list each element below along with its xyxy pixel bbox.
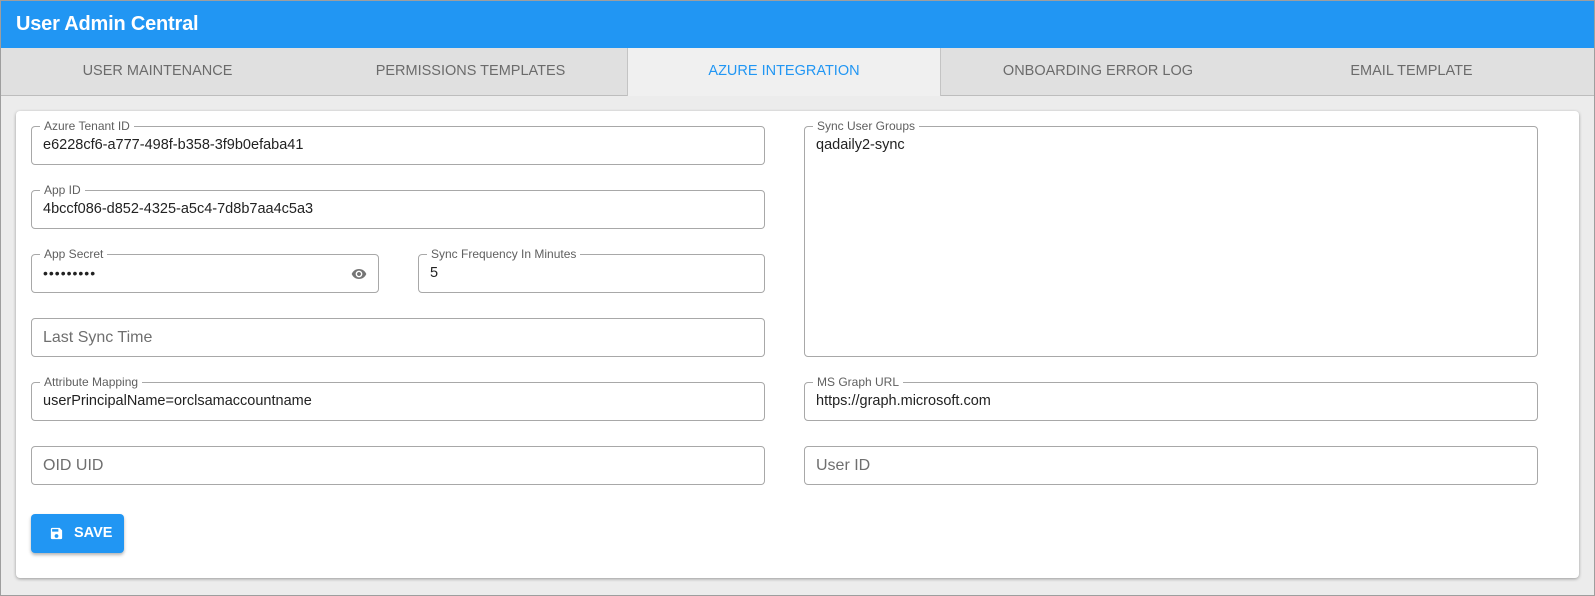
floppy-disk-icon xyxy=(49,526,64,541)
last-sync-time-field[interactable]: Last Sync Time xyxy=(31,318,765,357)
tenant-id-value: e6228cf6-a777-498f-b358-3f9b0efaba41 xyxy=(43,137,304,153)
tenant-id-field[interactable]: Azure Tenant ID e6228cf6-a777-498f-b358-… xyxy=(31,119,765,165)
ms-graph-url-value: https://graph.microsoft.com xyxy=(816,393,991,409)
app-window: User Admin Central USER MAINTENANCE PERM… xyxy=(0,0,1595,596)
attribute-mapping-field[interactable]: Attribute Mapping userPrincipalName=orcl… xyxy=(31,375,765,421)
attribute-mapping-value: userPrincipalName=orclsamaccountname xyxy=(43,393,312,409)
azure-settings-card: Azure Tenant ID e6228cf6-a777-498f-b358-… xyxy=(16,111,1579,578)
tab-email-template[interactable]: EMAIL TEMPLATE xyxy=(1255,48,1568,96)
sync-user-groups-field[interactable]: Sync User Groups qadaily2-sync xyxy=(804,119,1538,357)
ms-graph-url-label: MS Graph URL xyxy=(813,375,904,389)
oid-uid-field[interactable]: OID UID xyxy=(31,446,765,485)
ms-graph-url-field[interactable]: MS Graph URL https://graph.microsoft.com xyxy=(804,375,1538,421)
tab-permissions-templates[interactable]: PERMISSIONS TEMPLATES xyxy=(314,48,627,96)
sync-frequency-label: Sync Frequency In Minutes xyxy=(427,247,581,261)
save-button[interactable]: SAVE xyxy=(31,514,124,553)
tenant-id-label: Azure Tenant ID xyxy=(40,119,134,133)
tab-onboarding-error-log[interactable]: ONBOARDING ERROR LOG xyxy=(941,48,1255,96)
sync-frequency-field[interactable]: Sync Frequency In Minutes 5 xyxy=(418,247,765,293)
save-label: SAVE xyxy=(74,525,113,541)
app-secret-label: App Secret xyxy=(40,247,108,261)
app-secret-value: ••••••••• xyxy=(43,265,97,281)
last-sync-time-placeholder: Last Sync Time xyxy=(43,329,153,346)
app-id-field[interactable]: App ID 4bccf086-d852-4325-a5c4-7d8b7aa4c… xyxy=(31,183,765,229)
oid-uid-placeholder: OID UID xyxy=(43,457,104,474)
tab-user-maintenance[interactable]: USER MAINTENANCE xyxy=(1,48,314,96)
app-id-label: App ID xyxy=(40,183,85,197)
app-bar: User Admin Central xyxy=(1,1,1594,48)
app-title: User Admin Central xyxy=(16,13,199,35)
user-id-field[interactable]: User ID xyxy=(804,446,1538,485)
sync-frequency-value: 5 xyxy=(430,265,439,281)
user-id-placeholder: User ID xyxy=(816,457,871,474)
tab-azure-integration[interactable]: AZURE INTEGRATION xyxy=(627,48,941,96)
sync-user-groups-label: Sync User Groups xyxy=(813,119,920,133)
tab-bar: USER MAINTENANCE PERMISSIONS TEMPLATES A… xyxy=(1,48,1594,96)
app-secret-field[interactable]: App Secret ••••••••• xyxy=(31,247,379,293)
attribute-mapping-label: Attribute Mapping xyxy=(40,375,143,389)
app-id-value: 4bccf086-d852-4325-a5c4-7d8b7aa4c5a3 xyxy=(43,201,314,217)
sync-user-groups-value: qadaily2-sync xyxy=(816,137,905,153)
eye-icon[interactable] xyxy=(350,266,368,282)
